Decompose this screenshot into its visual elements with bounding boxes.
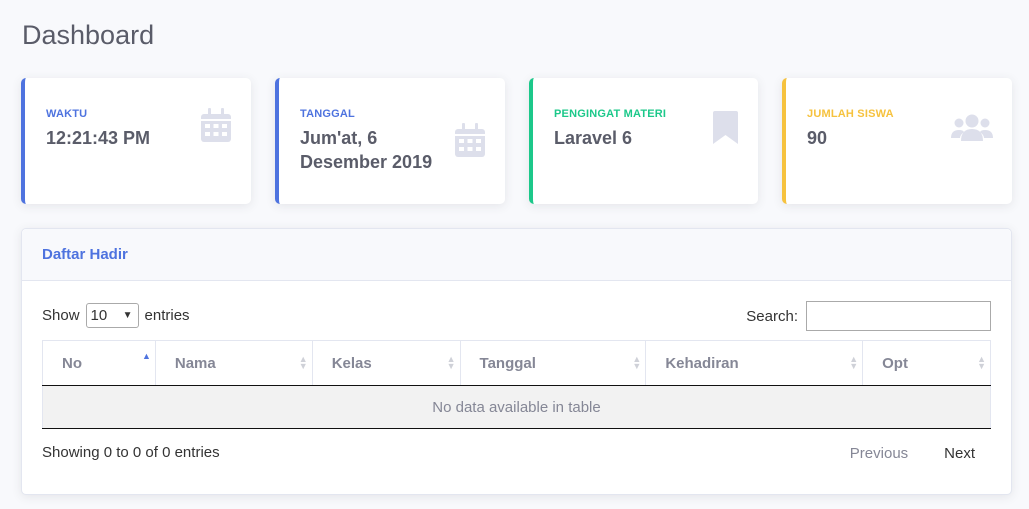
sort-icon: ▲ ▼ [977, 354, 986, 371]
card-pengingat-materi: PENGINGAT MATERI Laravel 6 [529, 78, 758, 204]
table-info: Showing 0 to 0 of 0 entries [42, 444, 220, 461]
chevron-down-icon: ▼ [122, 310, 133, 321]
previous-button[interactable]: Previous [850, 445, 908, 462]
entries-select[interactable]: 10 ▼ [85, 303, 139, 328]
attendance-table: No ▲ Nama ▲ ▼ Kelas ▲ ▼ Tanggal ▲ ▼ Kehadiran ▲ ▼… [42, 340, 991, 429]
table-header-row: No ▲ Nama ▲ ▼ Kelas ▲ ▼ Tanggal ▲ ▼ Kehadiran ▲ ▼… [42, 340, 991, 386]
search-input[interactable] [806, 301, 991, 331]
card-value: 12:21:43 PM [46, 128, 151, 148]
entries-label: entries [144, 307, 190, 324]
card-jumlah-siswa: JUMLAH SISWA 90 [782, 78, 1012, 204]
column-header-no[interactable]: No ▲ [42, 340, 156, 386]
panel-header: Daftar Hadir [22, 229, 1011, 281]
calendar-icon [455, 123, 485, 162]
column-header-kelas[interactable]: Kelas ▲ ▼ [311, 340, 461, 386]
empty-table-message: No data available in table [42, 385, 991, 429]
card-value: Laravel 6 [554, 128, 633, 148]
show-label: Show [42, 307, 80, 324]
calendar-icon [201, 108, 231, 147]
card-label: WAKTU [46, 108, 88, 120]
users-icon [951, 113, 993, 148]
entries-select-value: 10 [90, 307, 108, 324]
card-label: JUMLAH SISWA [807, 108, 894, 120]
card-value: Jum'at, 6 Desember 2019 [300, 128, 433, 172]
sort-asc-icon: ▲ [141, 351, 151, 361]
search-label: Search: [746, 307, 798, 325]
next-button[interactable]: Next [944, 445, 975, 462]
sort-icon: ▲ ▼ [632, 354, 642, 371]
daftar-hadir-panel: Daftar Hadir Show 10 ▼ entries Search: N… [21, 228, 1012, 495]
search-control: Search: [746, 301, 991, 331]
card-value: 90 [807, 128, 828, 148]
sort-icon: ▲ ▼ [849, 354, 859, 371]
card-label: TANGGAL [300, 108, 355, 120]
pagination: Previous Next [850, 445, 975, 462]
card-waktu: WAKTU 12:21:43 PM [21, 78, 251, 204]
page-title: Dashboard [22, 20, 155, 50]
panel-title: Daftar Hadir [42, 246, 128, 263]
card-label: PENGINGAT MATERI [554, 108, 667, 120]
sort-icon: ▲ ▼ [298, 354, 308, 371]
column-header-kehadiran[interactable]: Kehadiran ▲ ▼ [645, 340, 864, 386]
column-header-tanggal[interactable]: Tanggal ▲ ▼ [459, 340, 647, 386]
column-header-nama[interactable]: Nama ▲ ▼ [154, 340, 313, 386]
card-tanggal: TANGGAL Jum'at, 6 Desember 2019 [275, 78, 505, 204]
entries-length-control: Show 10 ▼ entries [42, 303, 190, 328]
bookmark-icon [713, 111, 738, 149]
column-header-opt[interactable]: Opt ▲ ▼ [862, 340, 991, 386]
table-row: No data available in table [42, 385, 991, 429]
sort-icon: ▲ ▼ [446, 354, 456, 371]
